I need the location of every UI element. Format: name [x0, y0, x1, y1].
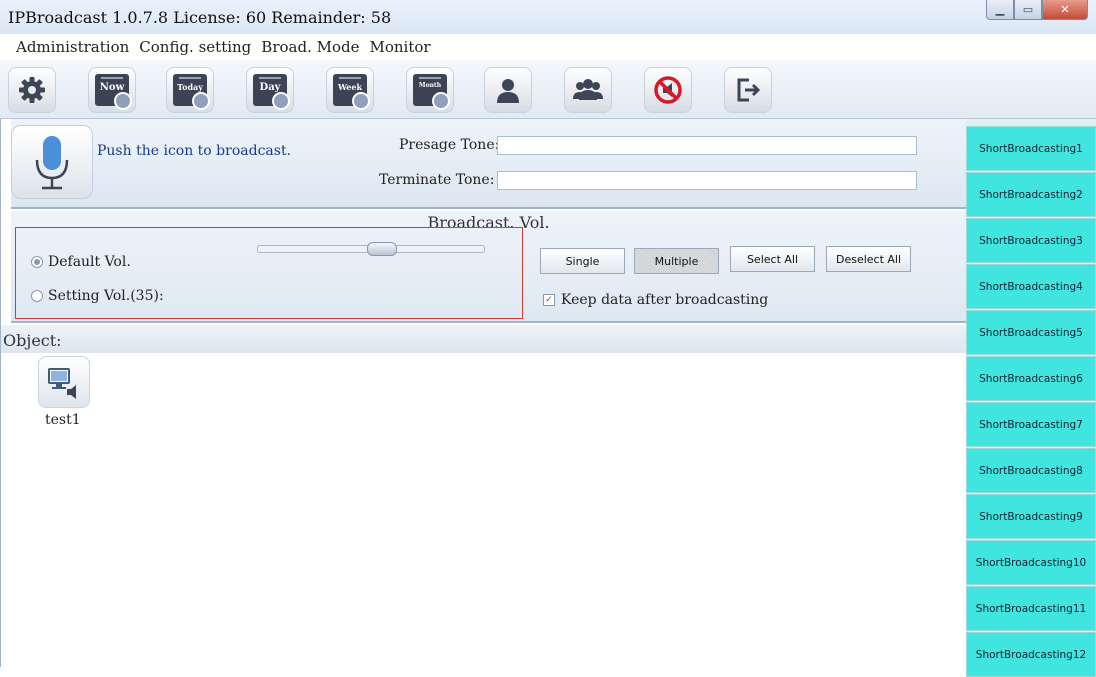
short-broadcasting-12[interactable]: ShortBroadcasting12	[966, 632, 1096, 677]
short-broadcasting-4[interactable]: ShortBroadcasting4	[966, 264, 1096, 309]
setting-vol-option[interactable]: Setting Vol.(35):	[31, 288, 164, 304]
exit-icon	[737, 78, 761, 102]
mute-button[interactable]	[644, 67, 692, 113]
schedule-today-button[interactable]: Today	[166, 67, 214, 113]
short-broadcasting-3[interactable]: ShortBroadcasting3	[966, 218, 1096, 263]
menu-monitor[interactable]: Monitor	[369, 38, 430, 60]
multiple-button[interactable]: Multiple	[634, 248, 719, 274]
minimize-icon[interactable]: ▁	[986, 0, 1014, 20]
short-broadcasting-10[interactable]: ShortBroadcasting10	[966, 540, 1096, 585]
schedule-week-button[interactable]: Week	[326, 67, 374, 113]
single-button[interactable]: Single	[540, 248, 625, 274]
user-button[interactable]	[484, 67, 532, 113]
schedule-month-button[interactable]: Month	[406, 67, 454, 113]
volume-slider-thumb[interactable]	[367, 242, 397, 256]
settings-button[interactable]	[8, 67, 56, 113]
mute-icon	[654, 76, 682, 104]
toolbar: Now Today Day Week Month	[0, 60, 1096, 119]
menu-config-setting[interactable]: Config. setting	[139, 38, 251, 60]
menu-broad-mode[interactable]: Broad. Mode	[261, 38, 359, 60]
maximize-icon[interactable]: ▭	[1014, 0, 1042, 20]
setting-vol-radio[interactable]	[31, 290, 43, 302]
menu-bar: Administration Config. setting Broad. Mo…	[0, 38, 431, 60]
calendar-clock-icon: Today	[173, 74, 210, 110]
microphone-icon	[35, 136, 69, 190]
keep-data-option[interactable]: ✓ Keep data after broadcasting	[543, 292, 768, 308]
user-icon	[497, 79, 519, 103]
window-controls: ▁ ▭ ✕	[986, 0, 1088, 20]
broadcast-mic-button[interactable]	[11, 125, 93, 199]
short-broadcasting-11[interactable]: ShortBroadcasting11	[966, 586, 1096, 631]
terminate-tone-label: Terminate Tone:	[379, 172, 495, 188]
users-group-icon	[573, 79, 603, 100]
deselect-all-button[interactable]: Deselect All	[826, 246, 911, 272]
select-all-button[interactable]: Select All	[730, 246, 815, 272]
presage-tone-label: Presage Tone:	[399, 137, 500, 153]
short-broadcasting-1[interactable]: ShortBroadcasting1	[966, 126, 1096, 171]
keep-data-checkbox[interactable]: ✓	[543, 294, 555, 306]
object-label: Object:	[3, 331, 62, 350]
volume-panel: Broadcast. Vol. Default Vol. Setting Vol…	[11, 211, 966, 323]
menu-administration[interactable]: Administration	[16, 38, 129, 60]
close-icon[interactable]: ✕	[1042, 0, 1088, 20]
schedule-now-button[interactable]: Now	[88, 67, 136, 113]
short-broadcasting-7[interactable]: ShortBroadcasting7	[966, 402, 1096, 447]
device-label: test1	[45, 412, 81, 428]
group-button[interactable]	[564, 67, 612, 113]
terminate-tone-field[interactable]	[497, 171, 917, 190]
presage-tone-field[interactable]	[497, 136, 917, 155]
short-broadcasting-sidebar: ShortBroadcasting1 ShortBroadcasting2 Sh…	[966, 119, 1096, 677]
schedule-day-button[interactable]: Day	[246, 67, 294, 113]
title-bar: IPBroadcast 1.0.7.8 License: 60 Remainde…	[0, 0, 1096, 34]
volume-highlight-box	[15, 227, 523, 319]
calendar-clock-icon: Day	[253, 74, 290, 110]
main-area: Push the icon to broadcast. Presage Tone…	[0, 119, 967, 667]
exit-button[interactable]	[724, 67, 772, 113]
broadcast-panel: Push the icon to broadcast. Presage Tone…	[11, 119, 966, 209]
short-broadcasting-9[interactable]: ShortBroadcasting9	[966, 494, 1096, 539]
calendar-clock-icon: Week	[333, 74, 370, 110]
default-vol-radio[interactable]	[31, 256, 43, 268]
gear-icon	[19, 77, 45, 103]
speaker-terminal-icon	[48, 368, 76, 399]
device-test1[interactable]	[38, 356, 90, 408]
short-broadcasting-5[interactable]: ShortBroadcasting5	[966, 310, 1096, 355]
calendar-clock-icon: Now	[95, 74, 132, 110]
short-broadcasting-6[interactable]: ShortBroadcasting6	[966, 356, 1096, 401]
short-broadcasting-2[interactable]: ShortBroadcasting2	[966, 172, 1096, 217]
push-instruction: Push the icon to broadcast.	[97, 143, 292, 159]
object-header: Object:	[1, 325, 966, 353]
default-vol-option[interactable]: Default Vol.	[31, 254, 131, 270]
window-title: IPBroadcast 1.0.7.8 License: 60 Remainde…	[8, 8, 392, 27]
short-broadcasting-8[interactable]: ShortBroadcasting8	[966, 448, 1096, 493]
calendar-clock-icon: Month	[413, 74, 450, 110]
